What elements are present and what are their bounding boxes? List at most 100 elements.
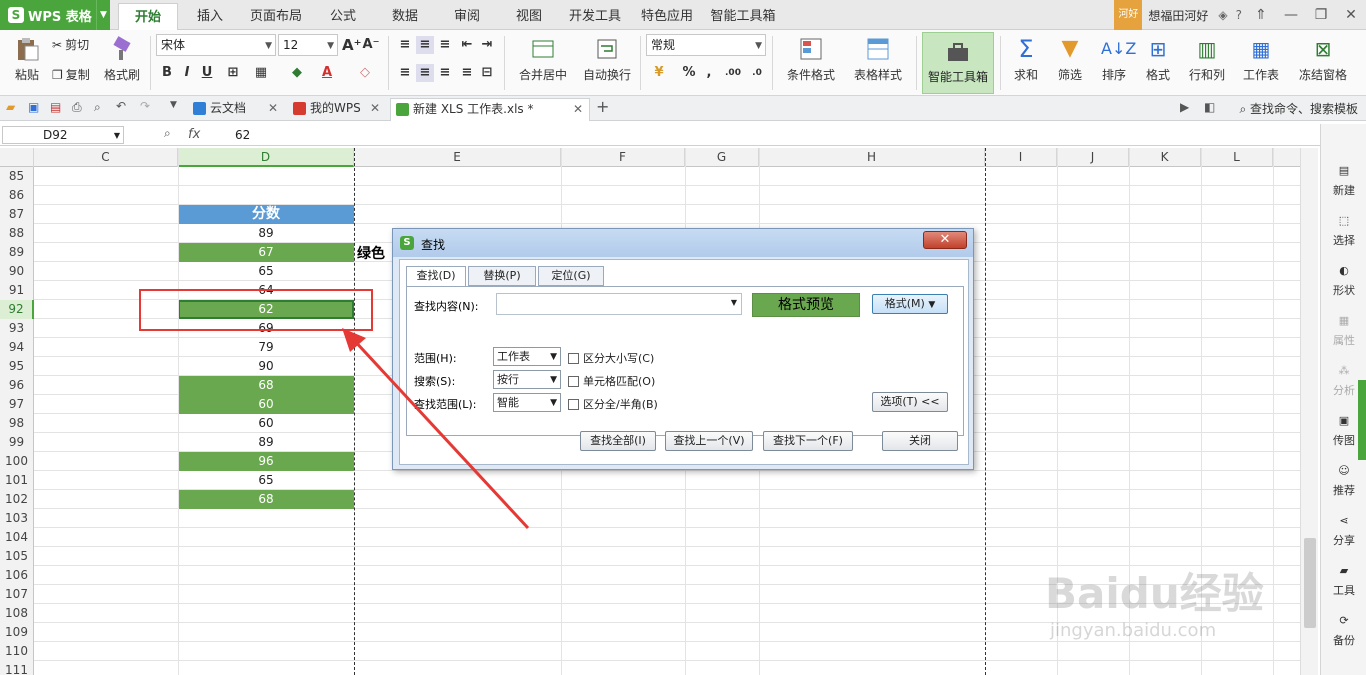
row-header[interactable]: 105 [0, 547, 34, 566]
redo-icon[interactable]: ↷ [140, 99, 150, 113]
clear-format-icon[interactable]: ◇ [356, 64, 374, 82]
row-header[interactable]: 95 [0, 357, 34, 376]
save-icon[interactable]: ▣ [28, 100, 39, 114]
row-header[interactable]: 94 [0, 338, 34, 357]
shrink-font-icon[interactable]: A⁻ [362, 36, 380, 54]
formula-input[interactable]: 62 [235, 128, 250, 142]
sidebar-item[interactable]: ☺ 推荐 [1321, 464, 1366, 498]
score-cell[interactable]: 89 [178, 224, 354, 243]
tab-cloud-docs[interactable]: 云文档 ✕ [188, 98, 284, 121]
freeze-panes-button[interactable]: ⊠ 冻结窗格 [1292, 34, 1354, 83]
row-header[interactable]: 96 [0, 376, 34, 395]
score-cell[interactable] [178, 547, 354, 566]
fill-pattern-icon[interactable]: ▦ [252, 64, 270, 82]
row-header[interactable]: 99 [0, 433, 34, 452]
close-button[interactable]: 关闭 [882, 431, 958, 451]
border-icon[interactable]: ⊞ [224, 64, 242, 82]
column-title-cell[interactable]: 分数 [178, 205, 354, 224]
close-icon[interactable]: ✕ [1336, 7, 1366, 23]
indent-decrease-icon[interactable]: ⇤ [458, 36, 476, 54]
column-header-h[interactable]: H [759, 148, 985, 167]
sidebar-item[interactable]: ▦ 属性 [1321, 314, 1366, 348]
tab-insert[interactable]: 插入 [185, 3, 235, 30]
column-header-l[interactable]: L [1201, 148, 1273, 167]
row-header[interactable]: 110 [0, 642, 34, 661]
help-icon[interactable]: ? [1236, 8, 1242, 22]
score-cell[interactable]: 90 [178, 357, 354, 376]
number-format-select[interactable]: 常规 ▼ [646, 34, 766, 56]
row-header[interactable]: 89 [0, 243, 34, 262]
row-header[interactable]: 101 [0, 471, 34, 490]
row-header[interactable]: 102 [0, 490, 34, 509]
font-size-select[interactable]: 12 ▼ [278, 34, 338, 56]
sidebar-item[interactable]: ▤ 新建 [1321, 164, 1366, 198]
sidebar-expand-handle[interactable] [1358, 380, 1366, 460]
undo-icon[interactable]: ↶ [116, 99, 126, 113]
score-cell[interactable] [178, 642, 354, 661]
match-case-checkbox[interactable]: 区分大小写(C) [568, 350, 654, 366]
format-button[interactable]: ⊞ 格式 [1138, 34, 1178, 83]
tab-review[interactable]: 审阅 [442, 3, 492, 30]
italic-button[interactable]: I [178, 64, 196, 82]
dialog-title-bar[interactable]: S 查找 ✕ [393, 229, 973, 257]
row-header[interactable]: 100 [0, 452, 34, 471]
score-cell[interactable]: 65 [178, 471, 354, 490]
pdf-icon[interactable]: ▤ [50, 100, 61, 114]
format-painter-button[interactable]: 格式刷 [100, 34, 144, 83]
checkbox-box[interactable] [568, 352, 579, 364]
new-tab-icon[interactable]: + [596, 97, 609, 116]
sum-button[interactable]: Σ 求和 [1006, 34, 1046, 83]
cut-button[interactable]: ✂ 剪切 [52, 36, 89, 53]
search-command-input[interactable]: ⌕ 查找命令、搜索模板 [1239, 100, 1358, 117]
filter-button[interactable]: ▼ 筛选 [1050, 34, 1090, 83]
row-header[interactable]: 107 [0, 585, 34, 604]
search-direction-select[interactable]: 按行 ▼ [493, 370, 561, 389]
tab-my-wps[interactable]: 我的WPS ✕ [288, 98, 386, 121]
tab-goto[interactable]: 定位(G) [538, 266, 604, 286]
score-cell[interactable]: 67 [178, 243, 354, 262]
sidebar-item[interactable]: ⟳ 备份 [1321, 614, 1366, 648]
row-header[interactable]: 85 [0, 167, 34, 186]
sidebar-item[interactable]: ⋖ 分享 [1321, 514, 1366, 548]
restore-ribbon-icon[interactable]: ⇑ [1246, 7, 1276, 23]
tab-developer[interactable]: 开发工具 [564, 3, 626, 30]
scope-select[interactable]: 工作表 ▼ [493, 347, 561, 366]
format-button[interactable]: 格式(M) ▼ [872, 294, 948, 314]
font-color-icon[interactable]: A [318, 64, 336, 82]
copy-button[interactable]: ❐ 复制 [52, 66, 90, 83]
look-in-select[interactable]: 智能 ▼ [493, 393, 561, 412]
bold-button[interactable]: B [158, 64, 176, 82]
align-bottom-icon[interactable]: ≡ [436, 36, 454, 54]
tab-replace[interactable]: 替换(P) [468, 266, 536, 286]
close-icon[interactable]: ✕ [573, 99, 583, 120]
column-header-i[interactable]: I [985, 148, 1057, 167]
score-cell[interactable]: 96 [178, 452, 354, 471]
conditional-format-button[interactable]: 条件格式 [778, 34, 844, 83]
indent-increase-icon[interactable]: ⇥ [478, 36, 496, 54]
row-header[interactable]: 93 [0, 319, 34, 338]
row-header[interactable]: 91 [0, 281, 34, 300]
align-middle-icon[interactable]: ≡ [416, 36, 434, 54]
sidebar-item[interactable]: ◐ 形状 [1321, 264, 1366, 298]
score-cell[interactable] [178, 167, 354, 186]
smart-toolbox-button[interactable]: 智能工具箱 [922, 32, 994, 94]
sidebar-item[interactable]: ⬚ 选择 [1321, 214, 1366, 248]
rows-cols-button[interactable]: ▥ 行和列 [1182, 34, 1232, 83]
percent-icon[interactable]: % [680, 64, 698, 82]
score-cell[interactable] [178, 585, 354, 604]
sort-button[interactable]: A↓Z 排序 [1094, 34, 1136, 83]
score-cell[interactable] [178, 186, 354, 205]
app-menu-button[interactable]: S WPS 表格 ▼ [0, 0, 110, 30]
tab-formula[interactable]: 公式 [318, 3, 368, 30]
column-header-f[interactable]: F [561, 148, 685, 167]
tab-current-workbook[interactable]: 新建 XLS 工作表.xls * ✕ [390, 98, 590, 121]
score-cell[interactable]: 65 [178, 262, 354, 281]
find-content-input[interactable]: ▼ [496, 293, 742, 315]
chevron-down-icon[interactable]: ▼ [170, 100, 177, 110]
row-header[interactable]: 109 [0, 623, 34, 642]
open-folder-icon[interactable]: ▰ [6, 100, 15, 114]
close-icon[interactable]: ✕ [370, 98, 380, 119]
decrease-decimal-icon[interactable]: .0 [748, 64, 766, 82]
scroll-thumb[interactable] [1304, 538, 1316, 628]
tab-smart-toolbox[interactable]: 智能工具箱 [706, 3, 780, 30]
